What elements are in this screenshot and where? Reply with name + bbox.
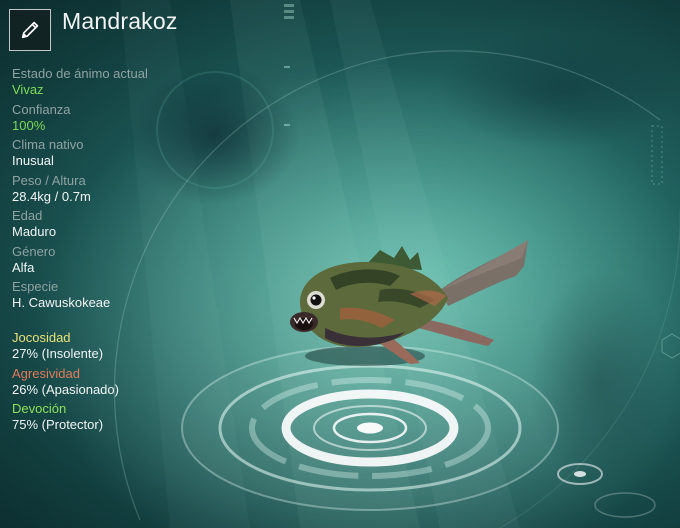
stat-gender: Género Alfa xyxy=(12,244,202,276)
trait-value: 27% (Insolente) xyxy=(12,346,104,361)
stat-label: Confianza xyxy=(12,101,71,117)
stat-label: Estado de ánimo actual xyxy=(12,66,148,81)
trait-playfulness: Jocosidad 27% (Insolente) xyxy=(12,330,212,362)
stat-weight-height: Peso / Altura 28.4kg / 0.7m xyxy=(12,173,202,205)
stat-label: Peso / Altura xyxy=(12,172,86,188)
stat-label: Clima nativo xyxy=(12,137,84,152)
stat-label: Género xyxy=(12,243,56,259)
stat-value: Inusual xyxy=(12,153,54,168)
stat-mood: Estado de ánimo actual Vivaz xyxy=(12,66,202,98)
stat-value: H. Cawuskokeae xyxy=(12,295,111,310)
stat-trust: Confianza 100% xyxy=(12,102,202,134)
stat-value: Vivaz xyxy=(12,82,44,97)
stat-label: Edad xyxy=(12,208,43,223)
trait-devotion: Devoción 75% (Protector) xyxy=(12,401,212,433)
trait-label: Jocosidad xyxy=(12,330,71,345)
trait-value: 75% (Protector) xyxy=(12,417,104,432)
pencil-icon xyxy=(21,21,39,39)
creature-model xyxy=(290,240,528,366)
edit-name-button[interactable] xyxy=(9,9,51,51)
creature-traits: Jocosidad 27% (Insolente) Agresividad 26… xyxy=(12,330,212,437)
stat-value: 28.4kg / 0.7m xyxy=(12,188,91,204)
creature-stats: Estado de ánimo actual Vivaz Confianza 1… xyxy=(12,66,202,315)
stat-value: Maduro xyxy=(12,224,57,239)
trait-value: 26% (Apasionado) xyxy=(12,381,119,397)
stat-species: Especie H. Cawuskokeae xyxy=(12,279,202,311)
stat-age: Edad Maduro xyxy=(12,208,202,240)
stat-climate: Clima nativo Inusual xyxy=(12,137,202,169)
trait-aggression: Agresividad 26% (Apasionado) xyxy=(12,366,212,398)
stat-value: Alfa xyxy=(12,259,35,275)
stat-label: Especie xyxy=(12,279,59,294)
stat-value: 100% xyxy=(12,117,46,133)
trait-label: Agresividad xyxy=(12,365,80,381)
trait-label: Devoción xyxy=(12,401,67,416)
creature-name: Mandrakoz xyxy=(62,8,178,34)
